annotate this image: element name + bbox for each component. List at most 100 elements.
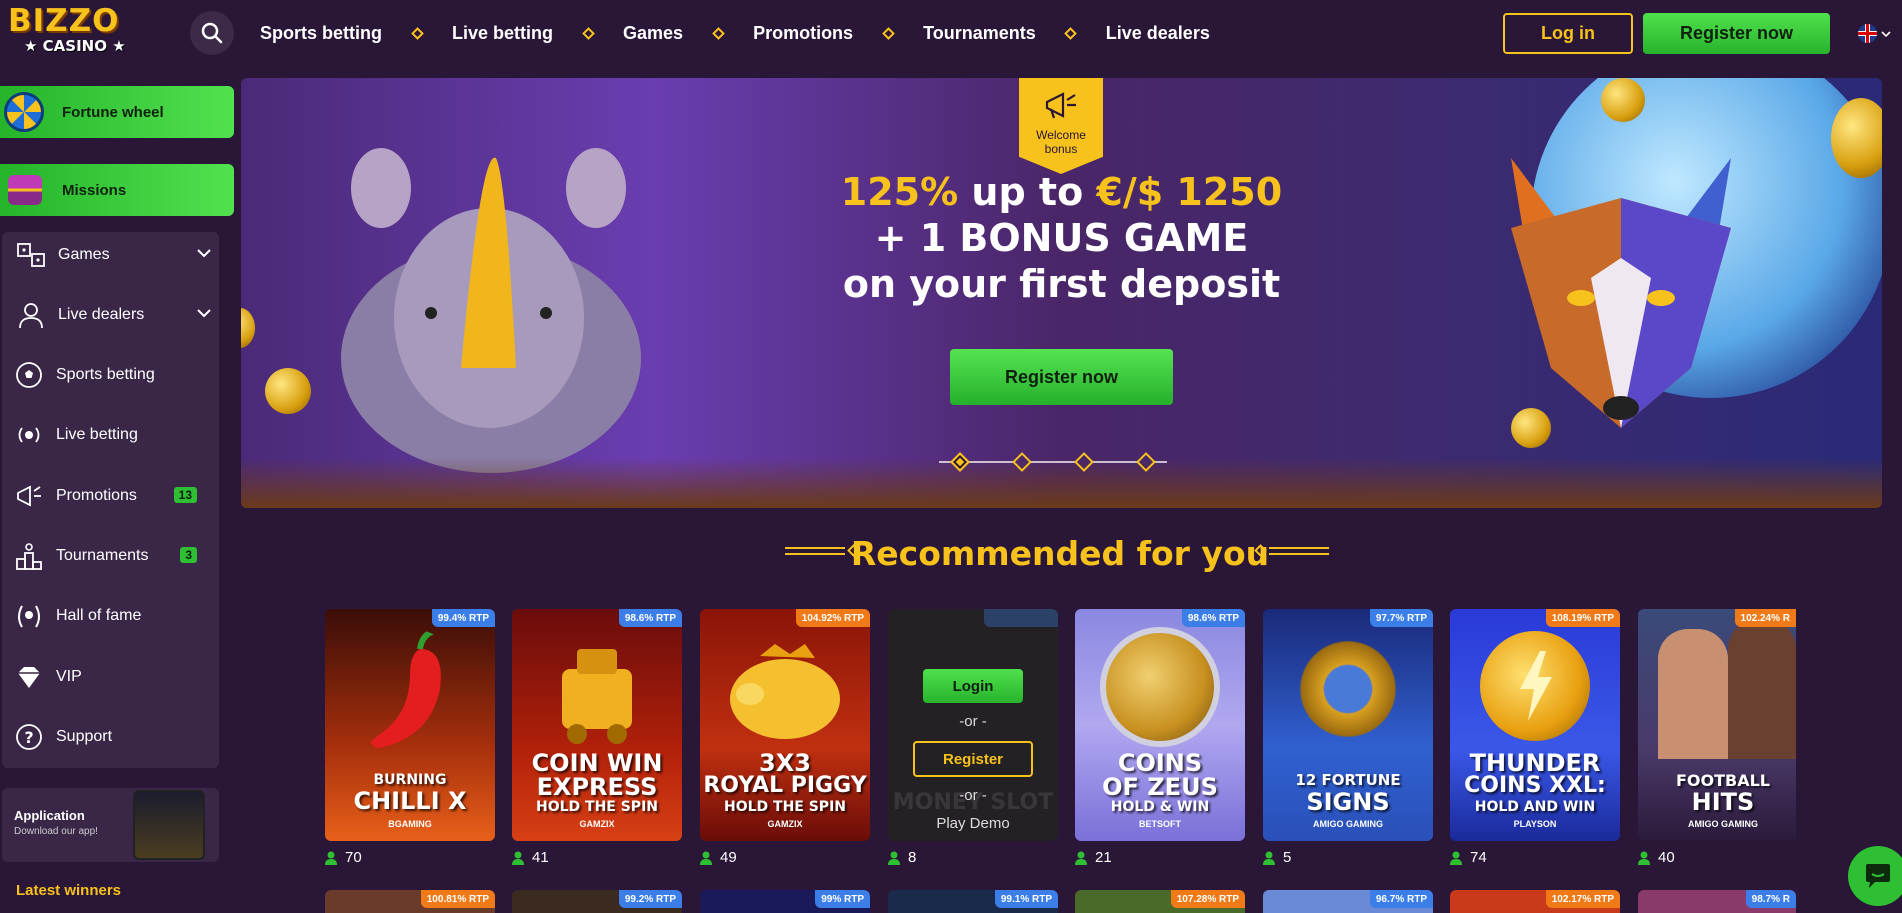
game-card[interactable]: 102.24% R FOOTBALL HITS AMIGO GAMING bbox=[1638, 609, 1796, 841]
uk-flag-icon bbox=[1858, 24, 1877, 43]
or-divider: -or - bbox=[959, 713, 987, 730]
slide-dot-4[interactable] bbox=[1136, 452, 1156, 472]
banner-register-button[interactable]: Register now bbox=[950, 349, 1173, 405]
user-icon bbox=[325, 851, 337, 865]
nav-separator bbox=[553, 26, 623, 40]
deco-line bbox=[1269, 546, 1329, 555]
game-card[interactable]: 102.17% RTP bbox=[1450, 890, 1620, 913]
coin-image bbox=[241, 308, 255, 348]
players-value: 49 bbox=[720, 849, 737, 866]
podium-icon bbox=[14, 541, 44, 571]
nav-promotions[interactable]: Promotions bbox=[753, 23, 853, 44]
nav-live-dealers[interactable]: Live dealers bbox=[1106, 23, 1210, 44]
slide-dot-2[interactable] bbox=[1012, 452, 1032, 472]
login-button[interactable]: Log in bbox=[1503, 13, 1633, 54]
dealer-icon bbox=[16, 300, 46, 330]
dragon-wheel-image bbox=[1288, 639, 1408, 739]
game-card[interactable]: 97.7% RTP 12 FORTUNE SIGNS AMIGO GAMING bbox=[1263, 609, 1433, 841]
question-icon: ? bbox=[14, 722, 44, 752]
sidebar-item-sports-betting[interactable]: Sports betting bbox=[14, 360, 209, 390]
game-title: 12 FORTUNE bbox=[1295, 771, 1401, 789]
game-card[interactable]: 107.28% RTP bbox=[1075, 890, 1245, 913]
missions-button[interactable]: Missions bbox=[0, 164, 234, 216]
game-card-hovered[interactable]: MONEY SLOT Login -or - Register -or - Pl… bbox=[888, 609, 1058, 841]
game-title: BURNING bbox=[373, 772, 447, 788]
card-login-button[interactable]: Login bbox=[923, 669, 1023, 703]
nav-live-betting[interactable]: Live betting bbox=[452, 23, 553, 44]
players-value: 8 bbox=[908, 849, 917, 866]
game-provider: BGAMING bbox=[388, 819, 432, 829]
welcome-banner[interactable]: Welcome bonus 125% up to €/$ 1250 + 1 BO… bbox=[241, 78, 1882, 508]
dot-line bbox=[967, 461, 1015, 463]
app-download-banner[interactable]: Application Download our app! bbox=[2, 788, 219, 862]
language-selector[interactable] bbox=[1858, 24, 1891, 43]
game-card[interactable]: 98.7% R bbox=[1638, 890, 1796, 913]
nav-tournaments[interactable]: Tournaments bbox=[923, 23, 1036, 44]
card-register-button[interactable]: Register bbox=[913, 741, 1033, 777]
missions-label: Missions bbox=[62, 181, 127, 199]
game-card[interactable]: 100.81% RTP bbox=[325, 890, 495, 913]
main-nav: Sports betting Live betting Games Promot… bbox=[260, 0, 1210, 66]
live-chat-button[interactable] bbox=[1848, 846, 1902, 906]
diamond-icon bbox=[1064, 26, 1078, 40]
bizzo-logo[interactable]: BIZZO ★ CASINO ★ bbox=[8, 6, 133, 60]
latest-winners-heading: Latest winners bbox=[16, 882, 122, 899]
nav-separator bbox=[853, 26, 923, 40]
players-value: 21 bbox=[1095, 849, 1112, 866]
slide-dot-3[interactable] bbox=[1074, 452, 1094, 472]
game-card[interactable]: 98.6% RTP COINS OF ZEUS HOLD & WIN BETSO… bbox=[1075, 609, 1245, 841]
welcome-bonus-badge: Welcome bonus bbox=[1019, 78, 1103, 174]
register-button[interactable]: Register now bbox=[1643, 13, 1830, 54]
players-value: 41 bbox=[532, 849, 549, 866]
game-card[interactable]: 98.6% RTP COIN WIN EXPRESS HOLD THE SPIN… bbox=[512, 609, 682, 841]
game-subtitle: COINS XXL: bbox=[1464, 773, 1606, 798]
game-card[interactable]: 99% RTP bbox=[700, 890, 870, 913]
players-value: 40 bbox=[1658, 849, 1675, 866]
sidebar-item-label: Live betting bbox=[56, 426, 138, 443]
game-title: COINS bbox=[1117, 749, 1203, 777]
laurel-icon bbox=[14, 601, 44, 631]
game-card[interactable]: 96.7% RTP bbox=[1263, 890, 1433, 913]
sidebar-item-support[interactable]: ? Support bbox=[14, 722, 209, 752]
app-subtitle: Download our app! bbox=[14, 826, 98, 837]
game-card[interactable]: 104.92% RTP 3X3 ROYAL PIGGY HOLD THE SPI… bbox=[700, 609, 870, 841]
sidebar-item-promotions[interactable]: Promotions 13 bbox=[14, 481, 209, 511]
sidebar-item-live-dealers[interactable]: Live dealers bbox=[16, 300, 211, 330]
recommended-heading: Recommended for you bbox=[850, 534, 1270, 573]
game-provider: BETSOFT bbox=[1139, 819, 1181, 829]
player-count: 40 bbox=[1638, 849, 1675, 866]
top-header: BIZZO ★ CASINO ★ Sports betting Live bet… bbox=[0, 0, 1902, 66]
play-demo-link[interactable]: Play Demo bbox=[888, 815, 1058, 832]
badge-text-2: bonus bbox=[1044, 142, 1078, 156]
diamond-icon bbox=[881, 26, 895, 40]
sidebar-item-games[interactable]: Games bbox=[16, 240, 211, 270]
game-card[interactable]: 99.2% RTP bbox=[512, 890, 682, 913]
user-icon bbox=[700, 851, 712, 865]
players-value: 74 bbox=[1470, 849, 1487, 866]
rtp-badge: 108.19% RTP bbox=[1545, 609, 1620, 627]
rtp-badge: 102.17% RTP bbox=[1545, 890, 1620, 908]
rtp-badge: 99.1% RTP bbox=[994, 890, 1058, 908]
game-provider: GAMZIX bbox=[579, 819, 615, 829]
fortune-wheel-button[interactable]: Fortune wheel bbox=[0, 86, 234, 138]
game-card[interactable]: 99.1% RTP bbox=[888, 890, 1058, 913]
slide-dot-1[interactable] bbox=[950, 452, 970, 472]
fortune-wheel-label: Fortune wheel bbox=[62, 103, 164, 121]
player-count: 5 bbox=[1263, 849, 1291, 866]
game-subtitle: SIGNS bbox=[1306, 788, 1390, 816]
sidebar-item-hall-of-fame[interactable]: Hall of fame bbox=[14, 601, 209, 631]
logo-wordmark: BIZZO bbox=[8, 3, 120, 39]
sidebar-item-live-betting[interactable]: Live betting bbox=[14, 420, 209, 450]
sidebar-item-vip[interactable]: VIP bbox=[14, 662, 209, 692]
game-card[interactable]: 99.4% RTP BURNING CHILLI X BGAMING bbox=[325, 609, 495, 841]
game-subtitle: OF ZEUS bbox=[1102, 773, 1218, 801]
player-count: 8 bbox=[888, 849, 916, 866]
slider-dots bbox=[939, 452, 1167, 472]
badge-text-1: Welcome bbox=[1036, 128, 1086, 142]
search-button[interactable] bbox=[190, 11, 234, 55]
nav-sports-betting[interactable]: Sports betting bbox=[260, 23, 382, 44]
game-card[interactable]: 108.19% RTP THUNDER COINS XXL: HOLD AND … bbox=[1450, 609, 1620, 841]
nav-games[interactable]: Games bbox=[623, 23, 683, 44]
coin-image bbox=[265, 368, 311, 414]
chevron-down-icon bbox=[1881, 30, 1891, 37]
